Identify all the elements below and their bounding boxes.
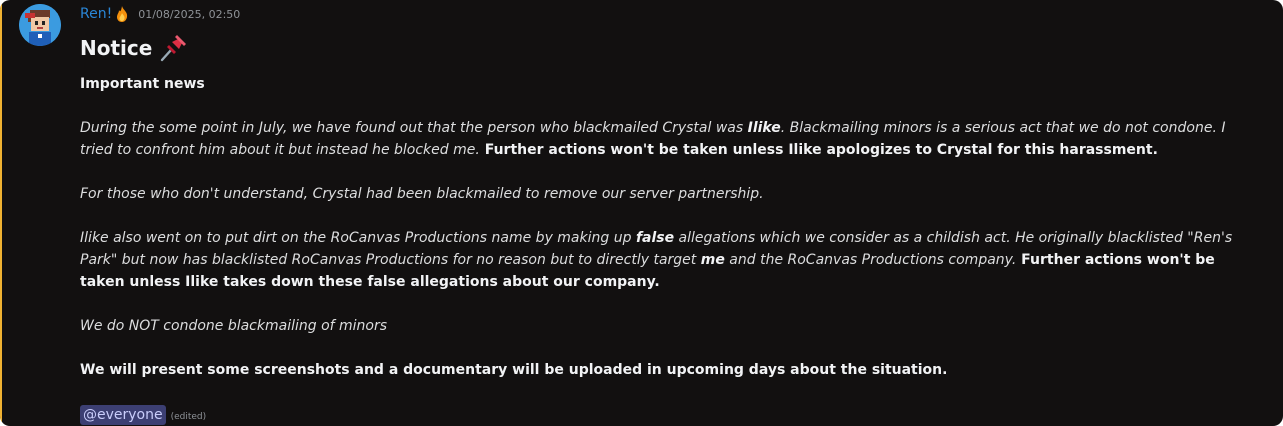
subheading: Important news: [80, 76, 205, 92]
paragraph-3: Ilike also went on to put dirt on the Ro…: [80, 227, 1255, 293]
everyone-mention[interactable]: @everyone: [80, 405, 166, 425]
username[interactable]: Ren!: [80, 6, 112, 22]
paragraph-2: For those who don't understand, Crystal …: [80, 183, 1255, 205]
p1-text-4: Further actions won't be taken unless Il…: [479, 142, 1158, 158]
p2-text: For those who don't understand, Crystal …: [80, 186, 764, 202]
paragraph-5: We will present some screenshots and a d…: [80, 362, 948, 378]
p1-text-2: Ilike: [747, 120, 781, 136]
avatar[interactable]: [19, 4, 61, 46]
heading-text: Notice: [80, 36, 153, 60]
message-content: Notice Important news During the some po…: [80, 30, 1255, 426]
p3-text-1: Ilike also went on to put dirt on the Ro…: [80, 230, 636, 246]
p3-text-5: and the RoCanvas Productions company.: [724, 252, 1017, 268]
fire-emoji-icon: [115, 6, 129, 22]
message-frame: Ren! 01/08/2025, 02:50 Notice Important …: [0, 0, 1283, 426]
p1-text-1: During the some point in July, we have f…: [80, 120, 748, 136]
p3-text-4: me: [700, 252, 725, 268]
timestamp: 01/08/2025, 02:50: [138, 7, 241, 21]
paragraph-4: We do NOT condone blackmailing of minors: [80, 315, 1255, 337]
message-header: Ren! 01/08/2025, 02:50: [80, 5, 240, 23]
paragraph-1: During the some point in July, we have f…: [80, 117, 1255, 161]
message-footer: @everyone (edited): [80, 402, 1255, 426]
message-heading: Notice: [80, 30, 1255, 66]
edited-label: (edited): [170, 412, 207, 422]
avatar-image: [19, 4, 61, 46]
chat-message: Ren! 01/08/2025, 02:50 Notice Important …: [0, 0, 1283, 426]
p4-text: We do NOT condone blackmailing of minors: [80, 318, 388, 334]
p3-text-2: false: [635, 230, 675, 246]
pushpin-emoji-icon: [158, 33, 188, 63]
